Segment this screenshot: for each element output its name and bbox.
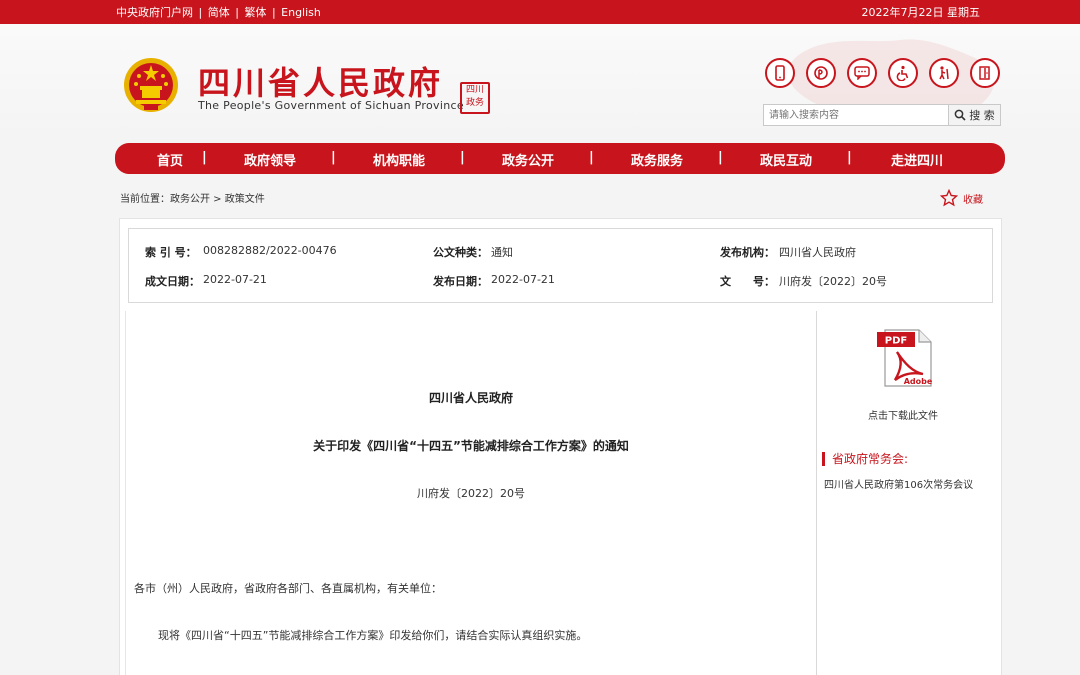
link-central-gov[interactable]: 中央政府门户网 [116, 6, 193, 19]
nav-item-services[interactable]: 政务服务 [631, 150, 683, 169]
sichuan-seal-logo: 四川 政务 [460, 82, 490, 114]
national-emblem-icon[interactable] [122, 56, 180, 114]
meta-org-label: 发布机构： [720, 246, 775, 259]
meta-docno-label: 文 号： [720, 275, 775, 288]
nav-separator: | [460, 150, 465, 165]
nav-item-home[interactable]: 首页 [157, 150, 183, 169]
top-bar: 中央政府门户网 | 简体 | 繁体 | English 2022年7月22日 星… [0, 0, 1080, 24]
pdf-download-icon[interactable]: PDF Adobe [875, 328, 935, 388]
mobile-icon[interactable] [765, 58, 795, 88]
document-meta-table: 索 引 号： 008282882/2022-00476 公文种类： 通知 发布机… [128, 228, 993, 303]
weibo-icon[interactable] [806, 58, 836, 88]
meta-index-label: 索 引 号： [145, 246, 197, 259]
favorite-button[interactable]: 收藏 [940, 189, 983, 207]
meta-created-label: 成文日期： [145, 275, 200, 288]
pdf-download-link[interactable]: 点击下载此文件 [818, 407, 988, 422]
meta-created-value: 2022-07-21 [203, 273, 267, 286]
nav-separator: | [202, 150, 207, 165]
meta-org-value: 四川省人民政府 [779, 246, 856, 259]
document-number: 川府发〔2022〕20号 [417, 487, 525, 500]
divider: | [198, 6, 203, 19]
site-title[interactable]: 四川省人民政府 [198, 58, 443, 104]
star-icon [940, 189, 958, 207]
nav-item-about-sichuan[interactable]: 走进四川 [891, 150, 943, 169]
top-links: 中央政府门户网 | 简体 | 繁体 | English [116, 4, 323, 20]
meta-published-value: 2022-07-21 [491, 273, 555, 286]
meta-type-value: 通知 [491, 246, 513, 259]
seal-line: 政务 [465, 98, 484, 108]
search-input[interactable] [764, 105, 950, 125]
exit-icon[interactable] [970, 58, 1000, 88]
favorite-label: 收藏 [963, 194, 983, 206]
sidebar-section-title: 省政府常务会: [822, 452, 908, 466]
document-title: 关于印发《四川省“十四五”节能减排综合工作方案》的通知 [313, 439, 629, 453]
nav-item-leaders[interactable]: 政府领导 [244, 150, 296, 169]
search-icon [954, 109, 966, 121]
svg-text:Adobe: Adobe [904, 377, 933, 386]
main-nav: 首页 | 政府领导 | 机构职能 | 政务公开 | 政务服务 | 政民互动 | … [115, 143, 1005, 174]
document-issuer: 四川省人民政府 [428, 391, 513, 405]
site-subtitle: The People's Government of Sichuan Provi… [198, 99, 464, 112]
document-addressee: 各市（州）人民政府，省政府各部门、各直属机构，有关单位： [134, 582, 442, 595]
meta-published-label: 发布日期： [433, 275, 488, 288]
chat-icon[interactable] [847, 58, 877, 88]
nav-item-interaction[interactable]: 政民互动 [760, 150, 812, 169]
meta-docno-value: 川府发〔2022〕20号 [779, 275, 887, 288]
divider: | [235, 6, 239, 19]
elder-care-icon[interactable] [929, 58, 959, 88]
search-button[interactable]: 搜 索 [948, 105, 1000, 125]
search-box: 搜 索 [763, 104, 1001, 126]
meta-index-value: 008282882/2022-00476 [203, 244, 337, 257]
svg-text:PDF: PDF [885, 336, 907, 347]
sidebar-meeting-link[interactable]: 四川省人民政府第106次常务会议 [824, 476, 973, 491]
nav-item-gov-affairs[interactable]: 政务公开 [502, 150, 554, 169]
link-traditional[interactable]: 繁体 [244, 6, 266, 19]
nav-item-functions[interactable]: 机构职能 [373, 150, 425, 169]
seal-line: 四川 [465, 85, 484, 95]
accessibility-icon[interactable] [888, 58, 918, 88]
meta-type-label: 公文种类： [433, 246, 488, 259]
nav-separator: | [589, 150, 594, 165]
divider: | [271, 6, 276, 19]
nav-separator: | [847, 150, 852, 165]
nav-separator: | [718, 150, 723, 165]
breadcrumb[interactable]: 当前位置：政务公开 > 政策文件 [120, 190, 265, 205]
document-body-paragraph: 现将《四川省“十四五”节能减排综合工作方案》印发给你们，请结合实际认真组织实施。 [158, 629, 588, 642]
current-date: 2022年7月22日 星期五 [861, 6, 981, 19]
nav-separator: | [331, 150, 336, 165]
search-button-label: 搜 索 [969, 109, 995, 122]
link-simplified[interactable]: 简体 [208, 6, 230, 19]
link-english[interactable]: English [281, 6, 321, 19]
